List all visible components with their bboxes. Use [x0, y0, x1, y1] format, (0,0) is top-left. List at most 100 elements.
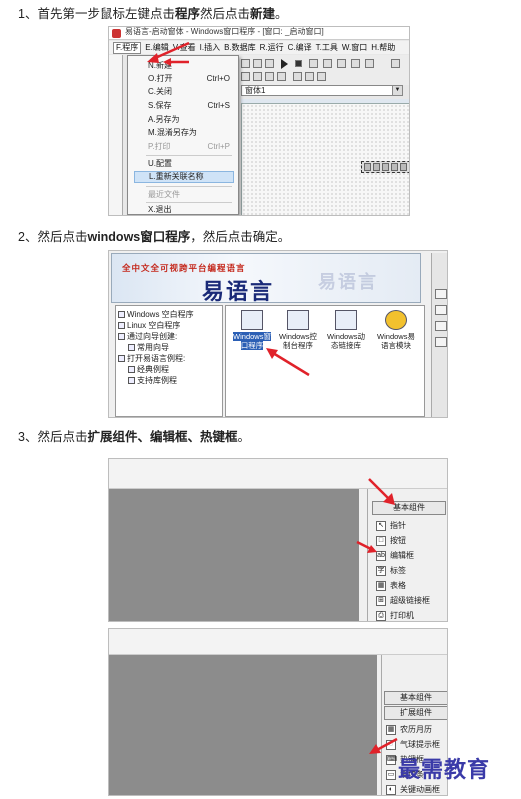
menu-item-obfuscate-save-as[interactable]: M.混淆另存为: [134, 127, 234, 139]
chevron-down-icon[interactable]: ▼: [392, 86, 402, 95]
tree-item-label: 经典例程: [137, 364, 169, 374]
tool-edit-box[interactable]: ab 编辑框: [376, 549, 414, 562]
menu-item-reassociate-names[interactable]: L.重新关联名称: [134, 171, 234, 183]
red-arrow-icon: [266, 348, 310, 377]
template-windows-window-program[interactable]: Windows窗口程序: [230, 310, 274, 350]
menu-run[interactable]: R.运行: [260, 43, 284, 53]
tree-item-classic-examples[interactable]: 经典例程: [118, 364, 220, 375]
step-text: ，然后点击确定。: [190, 230, 291, 244]
menu-item-label: L.重新关联名称: [149, 172, 204, 181]
menu-item-exit[interactable]: X.退出: [134, 204, 234, 215]
toolbar-button[interactable]: [253, 59, 262, 68]
menu-item-label: X.退出: [148, 205, 172, 214]
tree-item-library-examples[interactable]: 支持库例程: [118, 375, 220, 386]
tree-item-label: Windows 空白程序: [127, 309, 194, 319]
toolbar-button[interactable]: [351, 59, 360, 68]
menu-program[interactable]: F.程序: [113, 41, 142, 54]
menu-item-label: U.配置: [148, 159, 172, 168]
run-icon[interactable]: [281, 59, 288, 69]
tool-label: 农历月历: [400, 724, 432, 734]
red-arrow-icon: [369, 737, 398, 754]
menu-compile[interactable]: C.编译: [288, 43, 312, 53]
form-selector[interactable]: 窗体1 ▼: [241, 85, 403, 96]
toolbar-button[interactable]: [265, 59, 274, 68]
menu-window[interactable]: W.窗口: [342, 43, 367, 53]
menu-item-label: O.打开: [148, 74, 173, 83]
menu-item-config[interactable]: U.配置: [134, 158, 234, 170]
tool-label: 标签: [390, 565, 406, 575]
template-windows-dll[interactable]: Windows动态链接库: [324, 310, 368, 350]
nav-last-icon: [391, 163, 398, 171]
align-button[interactable]: [305, 72, 314, 81]
tool-label: 表格: [390, 580, 406, 590]
tool-button[interactable]: □ 按钮: [376, 534, 406, 547]
menu-database[interactable]: B.数据库: [224, 43, 256, 53]
align-button[interactable]: [277, 72, 286, 81]
align-button[interactable]: [293, 72, 302, 81]
menu-item-save-as[interactable]: A.另存为: [134, 114, 234, 126]
menu-item-close[interactable]: C.关闭: [134, 86, 234, 98]
menu-item-shortcut: Ctrl+P: [207, 142, 230, 151]
step-text: 然后点击: [37, 430, 88, 444]
menu-item-label: M.混淆另存为: [148, 128, 197, 137]
menu-help[interactable]: H.帮助: [371, 43, 395, 53]
tree-item-wizard[interactable]: 通过向导创建:: [118, 331, 220, 342]
template-windows-module[interactable]: Windows易语言模块: [374, 310, 418, 350]
tab-extended-components[interactable]: 扩展组件: [384, 706, 447, 720]
toolbar-button[interactable]: [323, 59, 332, 68]
step-1-text: 1、首先第一步鼠标左键点击程序然后点击新建。: [18, 6, 288, 22]
template-label: Windows易语言模块: [377, 332, 415, 350]
screenshot-basic-components: 基本组件 ↖ 指针 □ 按钮 ab 编辑框 字标签 ▦ 表格 ⊞ 超级链接框 ⎙ 打印机: [108, 458, 448, 622]
toolbar-button[interactable]: [365, 59, 374, 68]
tool-hyperlink[interactable]: ⊞ 超级链接框: [376, 594, 430, 607]
toolbox-icon[interactable]: [435, 337, 447, 347]
align-button[interactable]: [317, 72, 326, 81]
tree-item-open-examples[interactable]: 打开易语言例程:: [118, 353, 220, 364]
tool-pointer[interactable]: ↖ 指针: [376, 519, 406, 532]
tool-table[interactable]: ▦ 表格: [376, 579, 406, 592]
step-text: 然后点击: [37, 230, 88, 244]
toolbox-icon[interactable]: [435, 305, 447, 315]
calendar-icon: ▦: [386, 724, 396, 735]
tool-label[interactable]: 字标签: [376, 564, 406, 577]
tool-printer[interactable]: ⎙ 打印机: [376, 609, 414, 621]
template-windows-console-program[interactable]: Windows控制台程序: [276, 310, 320, 350]
stop-icon[interactable]: [295, 60, 302, 67]
align-button[interactable]: [265, 72, 274, 81]
toolbar-button[interactable]: [241, 59, 250, 68]
toolbar-button[interactable]: [309, 59, 318, 68]
app-icon: [112, 29, 121, 38]
toolbar-button[interactable]: [337, 59, 346, 68]
menu-item-open[interactable]: O.打开 Ctrl+O: [134, 73, 234, 85]
toolbox-icon[interactable]: [435, 321, 447, 331]
ide-header: [109, 629, 447, 655]
menu-item-recent-files[interactable]: 最近文件: [134, 189, 234, 201]
menu-item-save[interactable]: S.保存 Ctrl+S: [134, 100, 234, 112]
align-button[interactable]: [253, 72, 262, 81]
tool-keyframe-animation[interactable]: ◐ 关键动画框: [386, 783, 440, 795]
tool-label: 按钮: [390, 535, 406, 545]
form-design-area[interactable]: [241, 103, 409, 215]
pointer-icon[interactable]: [435, 289, 447, 299]
align-button[interactable]: [241, 72, 250, 81]
module-gear-icon: [385, 310, 407, 330]
tree-item-common-wizard[interactable]: 常用向导: [118, 342, 220, 353]
window-program-icon: [241, 310, 263, 330]
form-selector-value: 窗体1: [245, 86, 266, 95]
menu-item-print[interactable]: P.打印 Ctrl+P: [134, 141, 234, 153]
console-program-icon: [287, 310, 309, 330]
step-number: 2、: [18, 230, 38, 244]
tab-basic-components[interactable]: 基本组件: [384, 691, 447, 705]
tree-item-windows-blank[interactable]: Windows 空白程序: [118, 309, 220, 320]
tree-item-label: 支持库例程: [137, 375, 177, 385]
menu-tools[interactable]: T.工具: [316, 43, 338, 53]
printer-icon: ⎙: [376, 610, 386, 621]
menu-insert[interactable]: I.插入: [200, 43, 220, 53]
binoculars-icon[interactable]: [391, 59, 400, 68]
tree-item-linux-blank[interactable]: Linux 空白程序: [118, 320, 220, 331]
nav-remove-icon: [409, 163, 410, 171]
menu-item-label: S.保存: [148, 101, 172, 110]
scrollbar-control[interactable]: [361, 161, 410, 173]
red-arrow-icon: [356, 540, 377, 553]
nav-prev-icon: [373, 163, 380, 171]
